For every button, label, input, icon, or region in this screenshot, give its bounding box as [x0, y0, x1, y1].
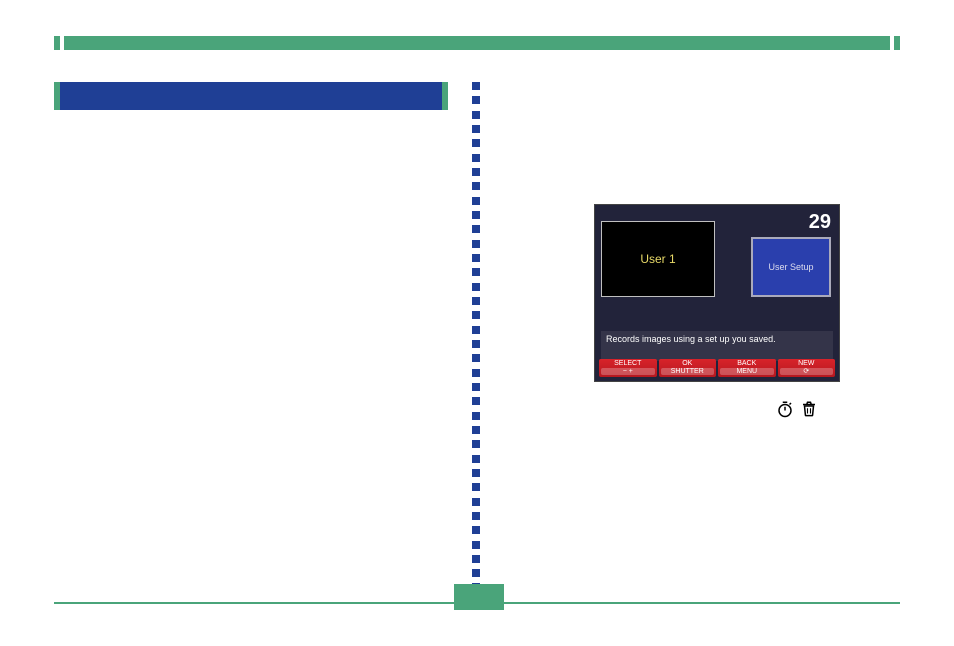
- divider-dot: [472, 111, 480, 119]
- divider-dot: [472, 225, 480, 233]
- divider-dot: [472, 426, 480, 434]
- user-setup-label: User Setup: [768, 262, 813, 272]
- lcd-button-top: NEW: [778, 360, 836, 367]
- lcd-button-top: OK: [659, 360, 717, 367]
- timer-icon: [776, 400, 794, 423]
- divider-dot: [472, 254, 480, 262]
- divider-dot: [472, 197, 480, 205]
- divider-dot: [472, 555, 480, 563]
- lcd-button-top: BACK: [718, 360, 776, 367]
- lcd-button-back: BACK MENU: [718, 359, 776, 377]
- trash-icon: [800, 400, 818, 423]
- divider-dot: [472, 154, 480, 162]
- user-preset-label: User 1: [640, 252, 675, 266]
- lcd-button-bottom: ⟳: [780, 368, 834, 375]
- lcd-button-bottom: MENU: [720, 368, 774, 375]
- top-bar: [54, 36, 900, 50]
- divider-dot: [472, 96, 480, 104]
- lcd-top-area: User 1 29 User Setup: [601, 211, 833, 327]
- divider-dot: [472, 311, 480, 319]
- lcd-description: Records images using a set up you saved.: [601, 331, 833, 361]
- lcd-button-top: SELECT: [599, 360, 657, 367]
- divider-dot: [472, 354, 480, 362]
- divider-dot: [472, 268, 480, 276]
- divider-dot: [472, 455, 480, 463]
- section-header: [54, 82, 448, 110]
- user-setup-tile: User Setup: [751, 237, 831, 297]
- lcd-button-new: NEW ⟳: [778, 359, 836, 377]
- page-number-box: [454, 584, 504, 610]
- divider-dot: [472, 369, 480, 377]
- divider-dot: [472, 541, 480, 549]
- divider-dot: [472, 283, 480, 291]
- lcd-button-row: SELECT − + OK SHUTTER BACK MENU NEW ⟳: [599, 359, 835, 377]
- shots-counter: 29: [809, 211, 831, 234]
- divider-dot: [472, 211, 480, 219]
- top-bar-left-cap: [54, 36, 60, 50]
- divider-dot: [472, 483, 480, 491]
- divider-dot: [472, 125, 480, 133]
- vertical-divider: [472, 82, 482, 592]
- divider-dot: [472, 397, 480, 405]
- divider-dot: [472, 512, 480, 520]
- lcd-button-bottom: − +: [601, 368, 655, 375]
- divider-dot: [472, 498, 480, 506]
- header-cap-right: [442, 82, 448, 110]
- top-bar-right-cap: [894, 36, 900, 50]
- user-preset-box: User 1: [601, 221, 715, 297]
- camera-lcd-screenshot: User 1 29 User Setup Records images usin…: [594, 204, 840, 382]
- top-bar-main: [64, 36, 890, 50]
- icons-row: [776, 400, 818, 423]
- divider-dot: [472, 182, 480, 190]
- divider-dot: [472, 569, 480, 577]
- divider-dot: [472, 168, 480, 176]
- divider-dot: [472, 240, 480, 248]
- divider-dot: [472, 440, 480, 448]
- divider-dot: [472, 412, 480, 420]
- divider-dot: [472, 82, 480, 90]
- divider-dot: [472, 326, 480, 334]
- lcd-button-ok: OK SHUTTER: [659, 359, 717, 377]
- header-cap-left: [54, 82, 60, 110]
- lcd-button-select: SELECT − +: [599, 359, 657, 377]
- divider-dot: [472, 340, 480, 348]
- divider-dot: [472, 469, 480, 477]
- divider-dot: [472, 526, 480, 534]
- page: User 1 29 User Setup Records images usin…: [0, 0, 954, 646]
- divider-dot: [472, 139, 480, 147]
- divider-dot: [472, 383, 480, 391]
- lcd-button-bottom: SHUTTER: [661, 368, 715, 375]
- divider-dot: [472, 297, 480, 305]
